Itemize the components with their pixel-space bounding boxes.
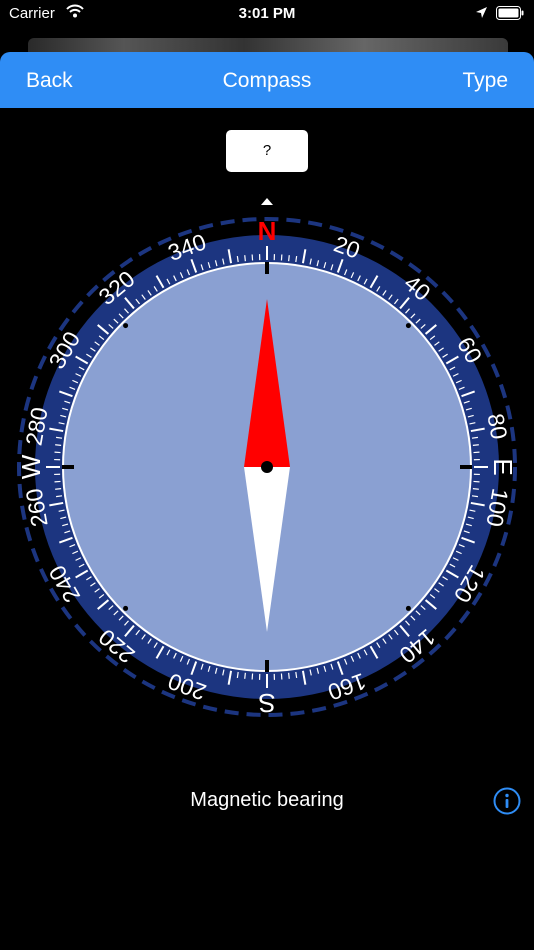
heading-indicator-icon [261, 198, 273, 205]
bezel-tick [55, 488, 62, 490]
bezel-tick [471, 436, 479, 439]
bezel-tick [244, 255, 246, 262]
cardinal-west: W [16, 454, 46, 479]
bezel-tick [55, 436, 63, 439]
face-intercardinal-dot [405, 605, 411, 611]
bezel-tick [295, 255, 298, 263]
face-intercardinal-dot [123, 323, 129, 329]
status-time: 3:01 PM [238, 5, 296, 22]
face-cardinal-mark [62, 465, 74, 469]
status-bar: Carrier 3:01 PM [0, 0, 534, 30]
bezel-tick [55, 444, 62, 446]
face-cardinal-mark [265, 660, 269, 672]
bezel-tick [288, 255, 290, 262]
bezel-tick [295, 671, 298, 679]
page-title: Compass [222, 69, 312, 92]
face-intercardinal-dot [123, 605, 129, 611]
bezel-tick [472, 444, 479, 446]
cardinal-north: N [258, 216, 277, 246]
face-intercardinal-dot [405, 323, 411, 329]
bezel-tick [236, 671, 239, 679]
compass-dial: NESW204060801001201401602002202402602803… [16, 216, 518, 718]
cardinal-east: E [488, 458, 518, 475]
battery-icon [496, 6, 524, 25]
face-cardinal-mark [265, 262, 269, 274]
bezel-tick [472, 488, 479, 490]
face-cardinal-mark [460, 465, 472, 469]
heading-readout: ? [226, 130, 308, 172]
location-arrow-icon [475, 6, 488, 24]
needle-pivot [261, 461, 273, 473]
bezel-tick [236, 255, 239, 263]
bezel-tick [244, 672, 246, 679]
bezel-tick [471, 495, 479, 498]
cardinal-south: S [258, 688, 275, 718]
bearing-label: Magnetic bearing [190, 789, 344, 811]
info-icon[interactable] [493, 787, 521, 820]
type-button[interactable]: Type [462, 69, 508, 93]
navigation-bar: Back Compass Type [0, 52, 534, 108]
bezel-tick [55, 495, 63, 498]
degree-label: 80 [482, 412, 512, 442]
bezel-tick [288, 672, 290, 679]
